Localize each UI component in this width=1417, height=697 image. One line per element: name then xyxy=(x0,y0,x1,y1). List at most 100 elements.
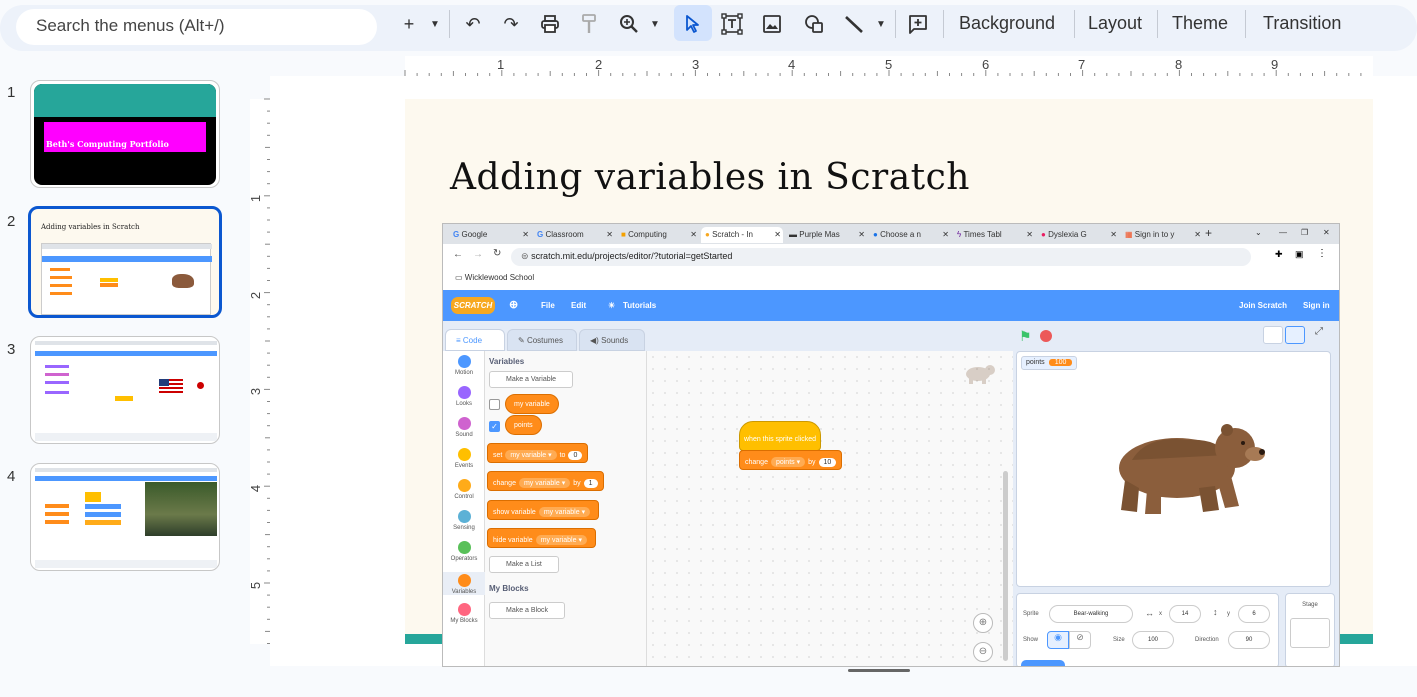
slide-thumbnail-3[interactable] xyxy=(30,336,220,444)
zoom-out-icon: ⊖ xyxy=(973,642,993,662)
slide-thumbnail-2[interactable]: Adding variables in Scratch xyxy=(28,206,222,318)
scratch-code-tab: ≡ Code xyxy=(445,329,505,351)
microsoft-icon: ▦ xyxy=(1125,230,1133,239)
browser-tab-label: Classroom xyxy=(545,230,584,239)
close-icon: ✕ xyxy=(1194,230,1201,239)
close-icon: ✕ xyxy=(606,230,613,239)
zoom-dropdown[interactable]: ▼ xyxy=(648,10,662,38)
scratch-tab-label: Code xyxy=(462,336,483,345)
bookmarks-bar: ▭ Wicklewood School xyxy=(443,270,1339,290)
ruler-label: 3 xyxy=(692,57,700,72)
toolbar-divider xyxy=(895,10,896,38)
points-monitor: points 100 xyxy=(1021,356,1078,370)
new-slide-dropdown[interactable]: ▼ xyxy=(428,10,442,38)
slide-title[interactable]: Adding variables in Scratch xyxy=(450,157,970,198)
thumbnail-block xyxy=(45,520,69,524)
lightning-icon: ϟ xyxy=(957,230,962,239)
slide-number: 1 xyxy=(7,84,16,101)
slide-number: 2 xyxy=(7,213,16,230)
new-slide-button[interactable]: + xyxy=(400,10,418,38)
classroom-icon: ■ xyxy=(621,230,626,239)
browser-tab: ▬ Purple Mas ✕ xyxy=(785,227,867,243)
slide-thumbnail-1[interactable]: Beth's Computing Portfolio xyxy=(30,80,220,188)
show-visible-icon: ◉ xyxy=(1047,631,1069,649)
thumbnail-block xyxy=(115,396,133,401)
paint-format-icon xyxy=(582,14,596,33)
scratch-icon: ● xyxy=(705,230,710,239)
zoom-button[interactable] xyxy=(618,10,640,38)
change-variable-block: change my variable ▾ by 1 xyxy=(487,471,604,491)
show-hidden-icon: ⊘ xyxy=(1069,631,1091,649)
myblocks-heading: My Blocks xyxy=(489,584,529,593)
print-button[interactable] xyxy=(538,10,562,38)
ruler-label: 7 xyxy=(1078,57,1086,72)
thumbnail-block xyxy=(45,373,69,376)
line-button[interactable] xyxy=(842,10,866,38)
thumbnail-teal-band xyxy=(34,84,216,117)
sprite-x-field: 14 xyxy=(1169,605,1201,623)
theme-button[interactable]: Theme xyxy=(1172,13,1228,34)
sprite-info-panel: Sprite Bear-walking ↔ x 14 ↕ y 6 Show ◉ … xyxy=(1016,593,1279,666)
ruler-label: 5 xyxy=(885,57,893,72)
thumbnail-tabs xyxy=(35,468,217,472)
toolbar-divider xyxy=(1157,10,1158,38)
layout-button[interactable]: Layout xyxy=(1088,13,1142,34)
browser-tab-label: Sign in to y xyxy=(1134,230,1175,239)
brush-icon: ✎ xyxy=(518,336,525,345)
ruler-label: 4 xyxy=(788,57,796,72)
category-events: Events xyxy=(443,448,485,469)
shape-button[interactable] xyxy=(802,10,826,38)
extensions-icon: ✚ xyxy=(1275,249,1283,259)
ruler-label: 1 xyxy=(497,57,505,72)
category-dot-icon xyxy=(457,541,471,554)
ruler-label: 9 xyxy=(1271,57,1279,72)
globe-icon: ● xyxy=(873,230,878,239)
scratch-signin-link: Sign in xyxy=(1303,301,1330,310)
comment-button[interactable] xyxy=(906,10,930,38)
close-window-icon: ✕ xyxy=(1323,228,1330,237)
text-box-button[interactable] xyxy=(720,10,744,38)
browser-tab-active: ● Scratch - In ✕ xyxy=(701,227,783,243)
thumbnail-scratch-bar xyxy=(35,351,217,356)
scratch-categories: Motion Looks Sound Events Control Sensing Oper… xyxy=(443,351,485,666)
google-icon: G xyxy=(453,230,460,239)
undo-button[interactable]: ↶ xyxy=(462,10,484,38)
slide-thumbnail-4[interactable] xyxy=(30,463,220,571)
browser-tab: ▦ Sign in to y ✕ xyxy=(1121,227,1203,243)
thumbnail-block xyxy=(45,512,69,516)
close-icon: ✕ xyxy=(1110,230,1117,239)
canvas-scroll-indicator[interactable] xyxy=(848,669,910,672)
thumbnail-us-flag xyxy=(159,379,183,393)
monitor-label: points xyxy=(1026,359,1045,366)
bear-sprite-ghost-icon xyxy=(966,365,995,384)
redo-button[interactable]: ↷ xyxy=(500,10,522,38)
paint-format-button[interactable] xyxy=(578,10,600,38)
speaker-icon: ◀) xyxy=(590,336,599,345)
browser-tab: ● Dyslexia G ✕ xyxy=(1037,227,1119,243)
text-box-icon xyxy=(721,13,743,35)
line-dropdown[interactable]: ▼ xyxy=(874,10,888,38)
background-button[interactable]: Background xyxy=(959,13,1055,34)
variable-checkbox xyxy=(489,399,500,410)
category-sound: Sound xyxy=(443,417,485,438)
google-icon: G xyxy=(537,230,544,239)
scratch-menu-bar: SCRATCH ⊕ File Edit ☀ Tutorials Join Scr… xyxy=(443,290,1339,321)
block-number: 0 xyxy=(568,451,583,460)
ruler-label: 4 xyxy=(248,484,264,493)
insert-image-button[interactable] xyxy=(760,10,784,38)
code-icon: ≡ xyxy=(456,336,461,345)
sprite-name-field: Bear-walking xyxy=(1049,605,1133,623)
restore-icon: ❐ xyxy=(1301,228,1309,237)
browser-tab: G Classroom ✕ xyxy=(533,227,615,243)
stage-panel: Stage xyxy=(1285,593,1335,666)
thumbnail-screenshot xyxy=(41,243,212,315)
thumbnail-block xyxy=(45,391,69,394)
thumbnail-block xyxy=(85,512,121,517)
select-tool-button[interactable] xyxy=(680,10,704,38)
scratch-screenshot-image[interactable]: G Google ✕ G Classroom ✕ ■ Computing ✕ ● Sc… xyxy=(442,223,1340,667)
category-dot-icon xyxy=(457,417,471,430)
variable-reporter: points xyxy=(505,415,542,435)
transition-button[interactable]: Transition xyxy=(1263,13,1341,34)
search-menus-input[interactable]: Search the menus (Alt+/) xyxy=(16,9,377,45)
block-label: change xyxy=(493,480,516,487)
